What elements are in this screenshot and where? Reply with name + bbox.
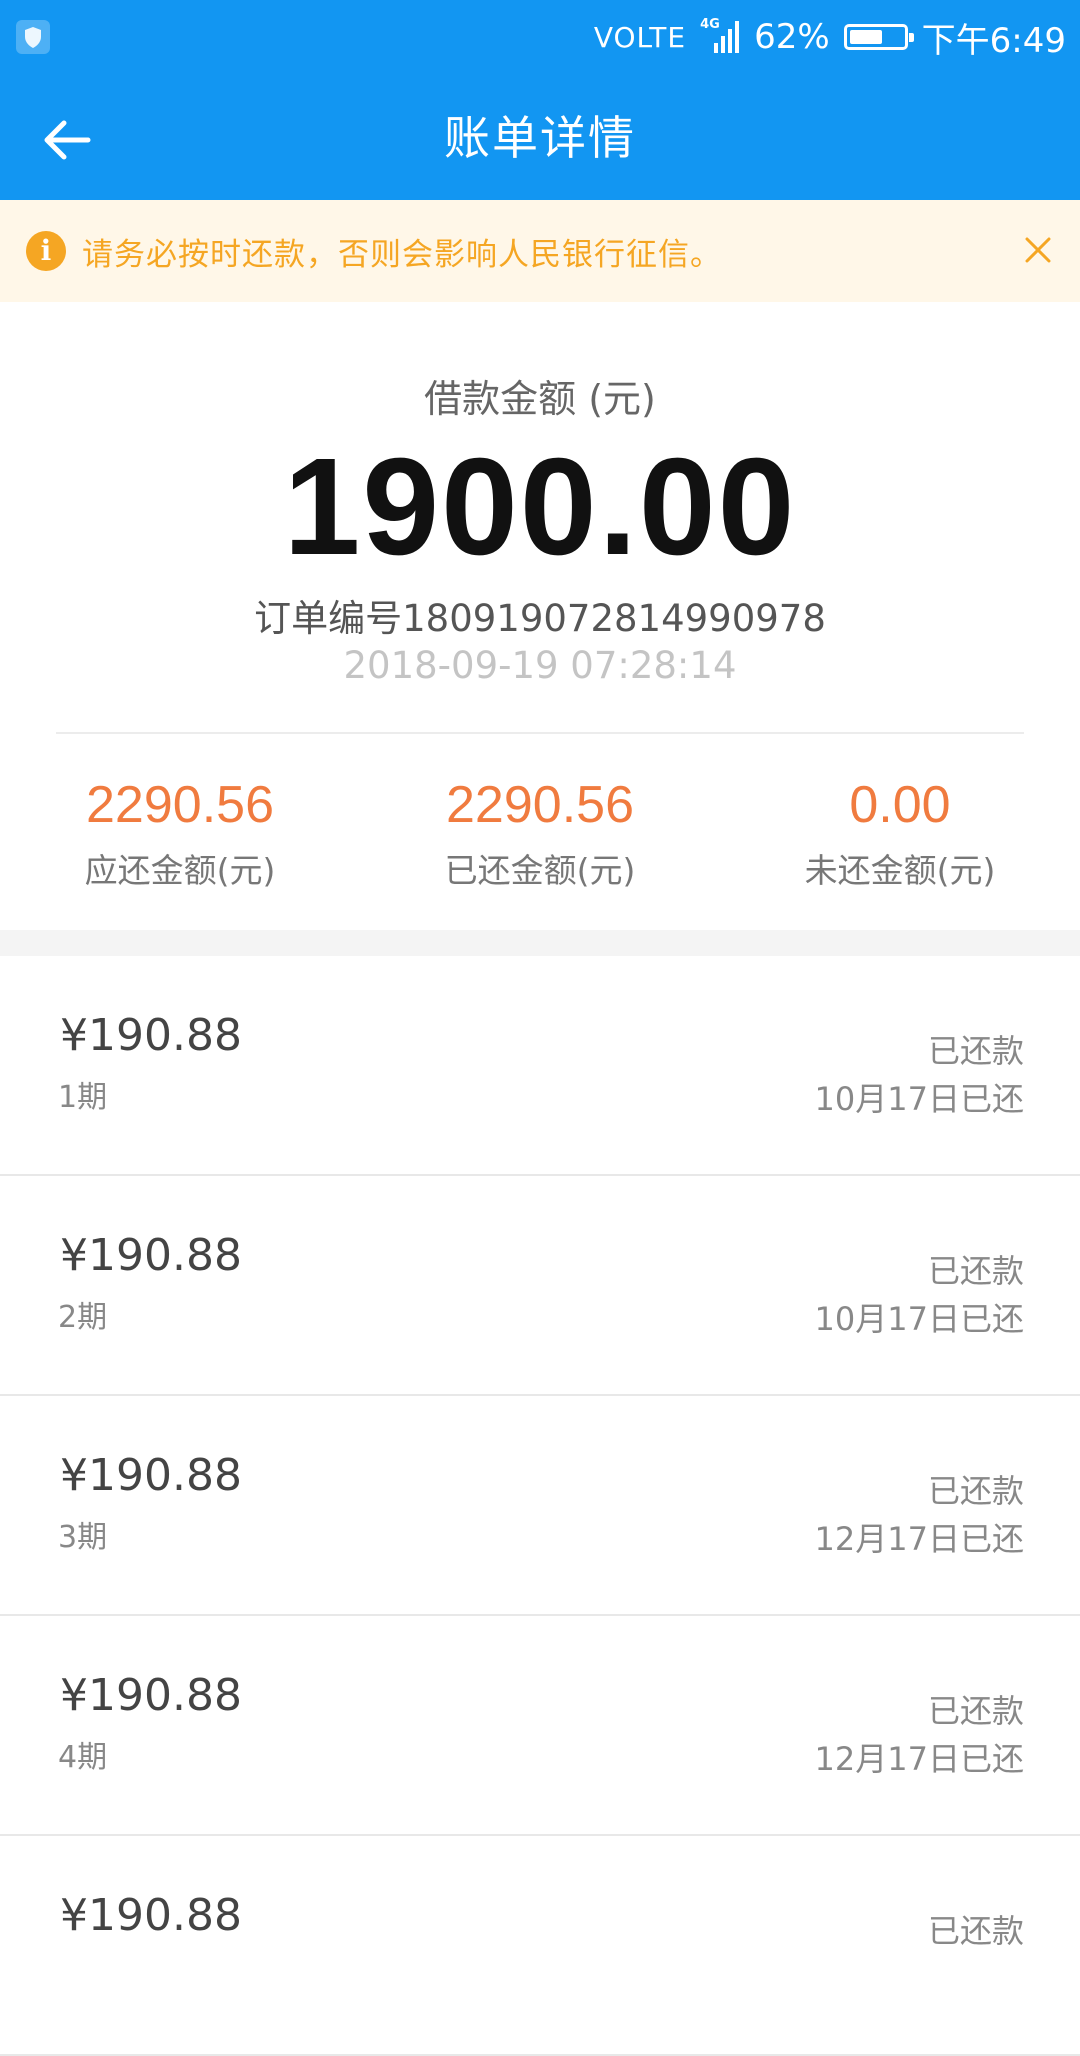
installment-status: 已还款 xyxy=(927,1912,1024,1950)
installment-period: 2期 xyxy=(58,1300,108,1335)
installment-row[interactable]: ¥190.88 4期 已还款 12月17日已还 xyxy=(0,1616,1080,1836)
installment-amount: ¥190.88 xyxy=(60,1670,242,1721)
divider xyxy=(56,732,1024,734)
signal-icon: 4G xyxy=(700,17,740,57)
installment-status: 已还款 xyxy=(927,1032,1024,1070)
network-label: VOLTE xyxy=(593,20,687,54)
order-number: 订单编号18091907281499097​8 xyxy=(254,597,826,640)
nav-bar: 账单详情 xyxy=(0,72,1080,200)
stat-due-value: 2290.56 xyxy=(86,776,274,834)
app-header: VOLTE 4G 62% 下午6:49 账单详情 xyxy=(0,0,1080,200)
installment-date: 10月17日已还 xyxy=(814,1300,1024,1338)
installment-amount: ¥190.88 xyxy=(60,1890,242,1941)
installment-row[interactable]: ¥190.88 2期 已还款 10月17日已还 xyxy=(0,1176,1080,1396)
status-indicators: VOLTE 4G 62% 下午6:49 xyxy=(593,14,1066,61)
installment-date: 12月17日已还 xyxy=(814,1740,1024,1778)
installment-period: 1期 xyxy=(58,1080,108,1115)
stat-due-label: 应还金额(元) xyxy=(84,851,276,890)
installment-status: 已还款 xyxy=(927,1472,1024,1510)
loan-amount-label: 借款金额 (元) xyxy=(424,377,656,421)
installment-row[interactable]: ¥190.88 3期 已还款 12月17日已还 xyxy=(0,1396,1080,1616)
installment-list: ¥190.88 1期 已还款 10月17日已还 ¥190.88 2期 已还款 1… xyxy=(0,956,1080,2056)
battery-icon xyxy=(843,24,914,50)
installment-row[interactable]: ¥190.88 1期 已还款 10月17日已还 xyxy=(0,956,1080,1176)
battery-percent: 62% xyxy=(754,17,830,57)
installment-amount: ¥190.88 xyxy=(60,1010,242,1061)
stat-unpaid-label: 未还金额(元) xyxy=(804,851,996,890)
stat-unpaid-value: 0.00 xyxy=(849,776,951,834)
stat-paid: 2290.56 已还金额(元) xyxy=(360,772,720,902)
installment-row[interactable]: ¥190.88 已还款 xyxy=(0,1836,1080,2056)
notice-text: 请务必按时还款，否则会影响人民银行征信。 xyxy=(82,237,722,273)
loan-amount: 1900.00 xyxy=(283,430,797,584)
battery-fill xyxy=(849,30,882,44)
section-gap xyxy=(0,930,1080,956)
loan-summary: 借款金额 (元) 1900.00 订单编号18091907281499097​8… xyxy=(0,302,1080,930)
shield-icon xyxy=(16,20,50,54)
installment-period: 4期 xyxy=(58,1740,108,1775)
installment-date: 10月17日已还 xyxy=(814,1080,1024,1118)
installment-period: 3期 xyxy=(58,1520,108,1555)
stat-due: 2290.56 应还金额(元) xyxy=(0,772,360,902)
stat-paid-label: 已还金额(元) xyxy=(444,851,636,890)
stat-unpaid: 0.00 未还金额(元) xyxy=(720,772,1080,902)
page-title: 账单详情 xyxy=(444,111,636,165)
clock: 下午6:49 xyxy=(921,20,1066,61)
installment-status: 已还款 xyxy=(927,1252,1024,1290)
installment-status: 已还款 xyxy=(927,1692,1024,1730)
close-icon[interactable] xyxy=(1018,230,1058,270)
notice-banner: i 请务必按时还款，否则会影响人民银行征信。 xyxy=(0,200,1080,302)
repayment-stats: 2290.56 应还金额(元) 2290.56 已还金额(元) 0.00 未还金… xyxy=(0,772,1080,902)
installment-amount: ¥190.88 xyxy=(60,1230,242,1281)
stat-paid-value: 2290.56 xyxy=(446,776,634,834)
info-icon: i xyxy=(26,231,66,271)
installment-date: 12月17日已还 xyxy=(814,1520,1024,1558)
installment-amount: ¥190.88 xyxy=(60,1450,242,1501)
status-bar: VOLTE 4G 62% 下午6:49 xyxy=(0,0,1080,72)
order-time: 2018-09-19 07:28:14 xyxy=(343,644,737,687)
